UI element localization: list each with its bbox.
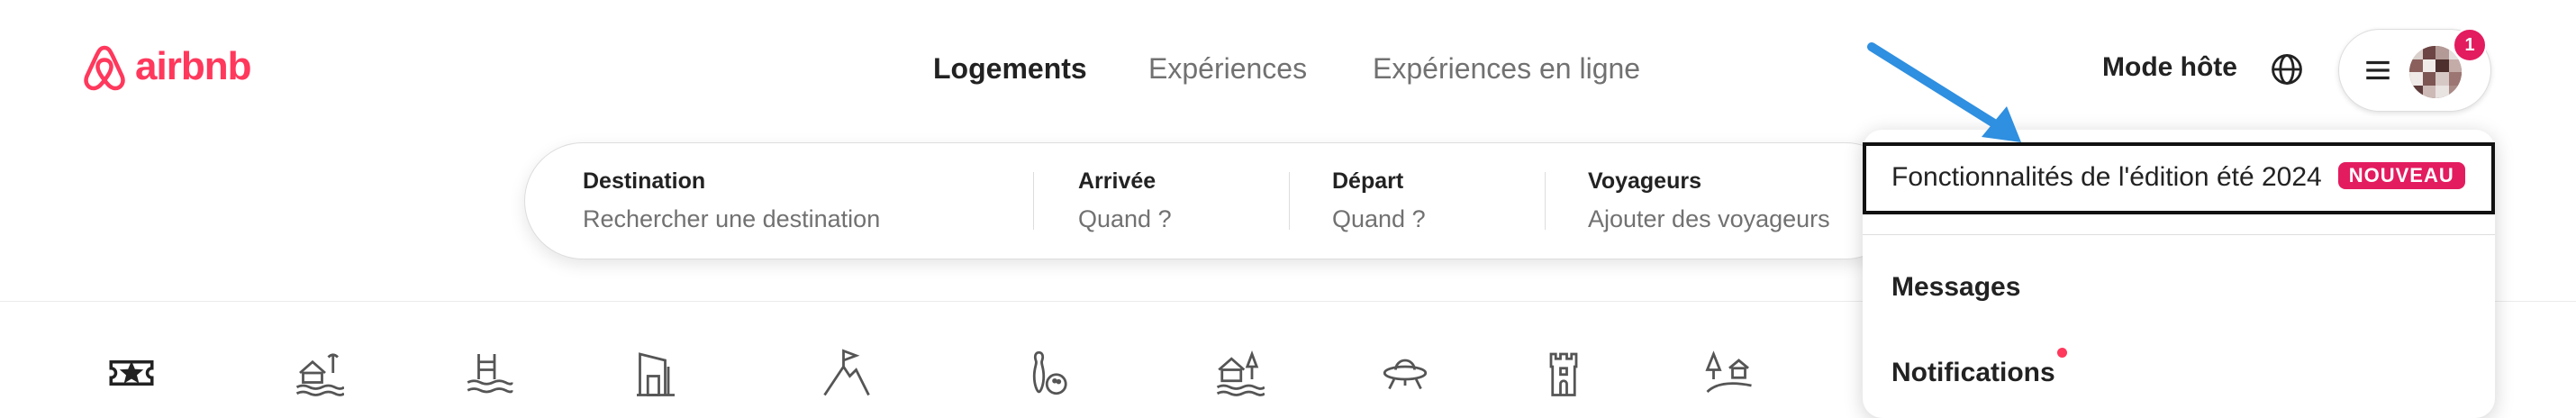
host-mode-link[interactable]: Mode hôte bbox=[2102, 52, 2237, 83]
search-field-value: Quand ? bbox=[1078, 205, 1172, 232]
beach-hut-icon[interactable] bbox=[294, 348, 344, 398]
search-field-label: Départ bbox=[1332, 168, 1404, 194]
airbnb-belo-icon bbox=[84, 45, 125, 91]
pool-icon[interactable] bbox=[463, 348, 513, 398]
menu-item-summer-release[interactable]: Fonctionnalités de l'édition été 2024 NOU… bbox=[1863, 142, 2495, 214]
bowling-icon[interactable] bbox=[1023, 348, 1074, 398]
search-field-value: Ajouter des voyageurs bbox=[1588, 205, 1830, 232]
search-field-destination[interactable]: Destination Rechercher une destination bbox=[583, 168, 880, 233]
ticket-icon[interactable] bbox=[106, 348, 157, 398]
brand-name: airbnb bbox=[135, 44, 251, 88]
search-field-label: Arrivée bbox=[1078, 168, 1156, 194]
annotation-arrow-icon bbox=[1867, 42, 2021, 142]
search-divider bbox=[1033, 172, 1034, 230]
tab-experiences[interactable]: Expériences bbox=[1148, 52, 1307, 86]
menu-item-notifications[interactable]: Notifications bbox=[1891, 348, 2067, 388]
search-field-depart[interactable]: Départ Quand ? bbox=[1332, 168, 1426, 233]
search-field-voyageurs[interactable]: Voyageurs Ajouter des voyageurs bbox=[1588, 168, 1830, 233]
search-bar[interactable]: Destination Rechercher une destination A… bbox=[524, 142, 1904, 259]
search-field-label: Voyageurs bbox=[1588, 168, 1701, 194]
new-badge: NOUVEAU bbox=[2337, 162, 2465, 189]
countryside-icon[interactable] bbox=[1704, 348, 1755, 398]
profile-dropdown-menu: Fonctionnalités de l'édition été 2024 NOU… bbox=[1863, 130, 2495, 418]
tab-experiences-en-ligne[interactable]: Expériences en ligne bbox=[1373, 52, 1640, 86]
lakehouse-icon[interactable] bbox=[1214, 348, 1265, 398]
messages-label: Messages bbox=[1891, 272, 2021, 302]
search-divider bbox=[1545, 172, 1546, 230]
mountain-flag-icon[interactable] bbox=[821, 348, 872, 398]
tab-logements[interactable]: Logements bbox=[933, 52, 1087, 86]
search-field-label: Destination bbox=[583, 168, 706, 194]
airbnb-logo[interactable]: airbnb bbox=[83, 41, 251, 92]
doorframe-icon[interactable] bbox=[630, 348, 681, 398]
menu-divider bbox=[1863, 234, 2495, 235]
search-divider bbox=[1289, 172, 1290, 230]
search-field-arrivee[interactable]: Arrivée Quand ? bbox=[1078, 168, 1172, 233]
notifications-label: Notifications bbox=[1891, 358, 2055, 387]
menu-item-messages[interactable]: Messages bbox=[1891, 272, 2020, 303]
castle-icon[interactable] bbox=[1538, 348, 1589, 398]
avatar bbox=[2409, 46, 2462, 98]
notification-dot bbox=[2056, 348, 2067, 358]
search-field-value: Rechercher une destination bbox=[583, 205, 881, 232]
ufo-icon[interactable] bbox=[1380, 348, 1430, 398]
hamburger-menu-icon bbox=[2366, 60, 2390, 80]
search-field-value: Quand ? bbox=[1332, 205, 1426, 232]
globe-icon[interactable] bbox=[2270, 52, 2304, 86]
summer-release-label: Fonctionnalités de l'édition été 2024 bbox=[1891, 162, 2322, 192]
profile-menu-button[interactable]: 1 bbox=[2338, 28, 2491, 112]
notification-count-badge: 1 bbox=[2453, 28, 2487, 62]
